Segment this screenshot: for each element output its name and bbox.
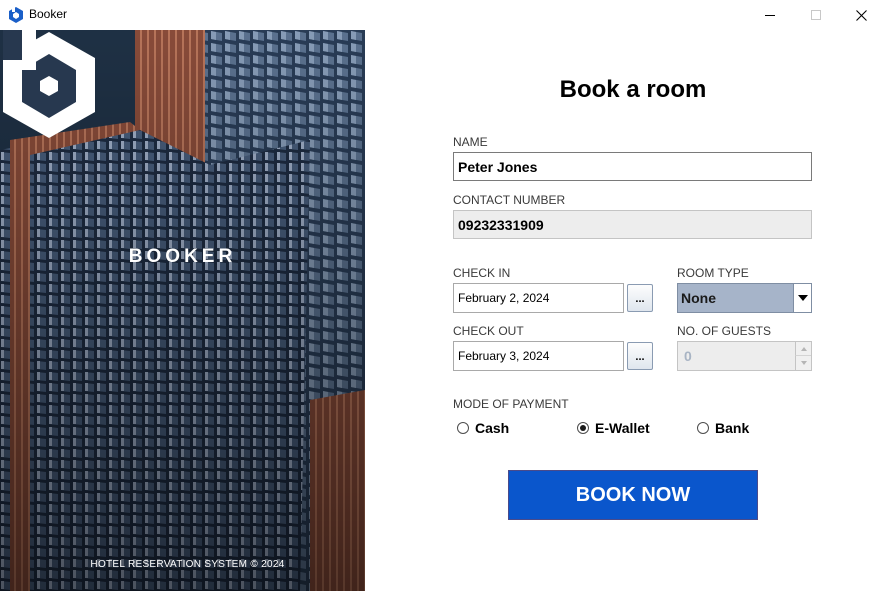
chevron-down-icon — [797, 295, 808, 301]
guests-label: NO. OF GUESTS — [677, 324, 772, 338]
check-in-label: CHECK IN — [453, 266, 511, 280]
hero-footer: HOTEL RESERVATION SYSTEM © 2024 — [90, 559, 285, 570]
close-icon — [855, 9, 867, 21]
check-out-label: CHECK OUT — [453, 324, 524, 338]
room-type-label: ROOM TYPE — [677, 266, 749, 280]
check-out-field[interactable]: February 3, 2024 — [453, 341, 624, 371]
brand-name: BOOKER — [128, 246, 237, 267]
radio-button-icon — [457, 422, 469, 434]
radio-button-selected-icon — [577, 422, 589, 434]
close-button[interactable] — [838, 0, 884, 30]
hero-panel: BOOKER HOTEL RESERVATION SYSTEM © 2024 — [0, 30, 365, 591]
booker-hexagon-icon — [9, 6, 23, 23]
payment-option-label: Cash — [475, 420, 510, 436]
spinner-down-button[interactable] — [795, 356, 811, 370]
name-field[interactable]: Peter Jones — [453, 152, 812, 181]
dropdown-arrow-button[interactable] — [793, 284, 811, 312]
payment-label: MODE OF PAYMENT — [453, 397, 569, 411]
check-out-picker-button[interactable]: ... — [627, 342, 653, 370]
guests-spinner[interactable]: 0 — [677, 341, 812, 371]
payment-option-bank[interactable]: Bank — [697, 419, 749, 437]
maximize-button[interactable] — [793, 0, 839, 30]
maximize-icon — [811, 10, 821, 20]
window-title: Booker — [29, 7, 68, 21]
guests-value: 0 — [684, 348, 692, 364]
minimize-button[interactable] — [747, 0, 793, 30]
contact-label: CONTACT NUMBER — [453, 193, 566, 207]
arrow-up-icon — [800, 346, 807, 351]
check-in-field[interactable]: February 2, 2024 — [453, 283, 624, 313]
book-now-button[interactable]: BOOK NOW — [508, 470, 758, 520]
payment-option-ewallet[interactable]: E-Wallet — [577, 419, 650, 437]
payment-option-label: Bank — [715, 420, 750, 436]
name-label: NAME — [453, 135, 488, 149]
minimize-icon — [765, 14, 775, 16]
page-title: Book a room — [559, 76, 707, 103]
arrow-down-icon — [800, 361, 807, 365]
payment-option-label: E-Wallet — [595, 420, 650, 436]
title-bar: Booker — [0, 0, 884, 30]
check-in-picker-button[interactable]: ... — [627, 284, 653, 312]
spinner-up-button[interactable] — [795, 342, 811, 356]
room-type-value: None — [681, 290, 716, 306]
radio-button-icon — [697, 422, 709, 434]
contact-field[interactable]: 09232331909 — [453, 210, 812, 239]
room-type-select[interactable]: None — [677, 283, 812, 313]
payment-option-cash[interactable]: Cash — [457, 419, 509, 437]
booker-logo-icon — [3, 30, 95, 138]
